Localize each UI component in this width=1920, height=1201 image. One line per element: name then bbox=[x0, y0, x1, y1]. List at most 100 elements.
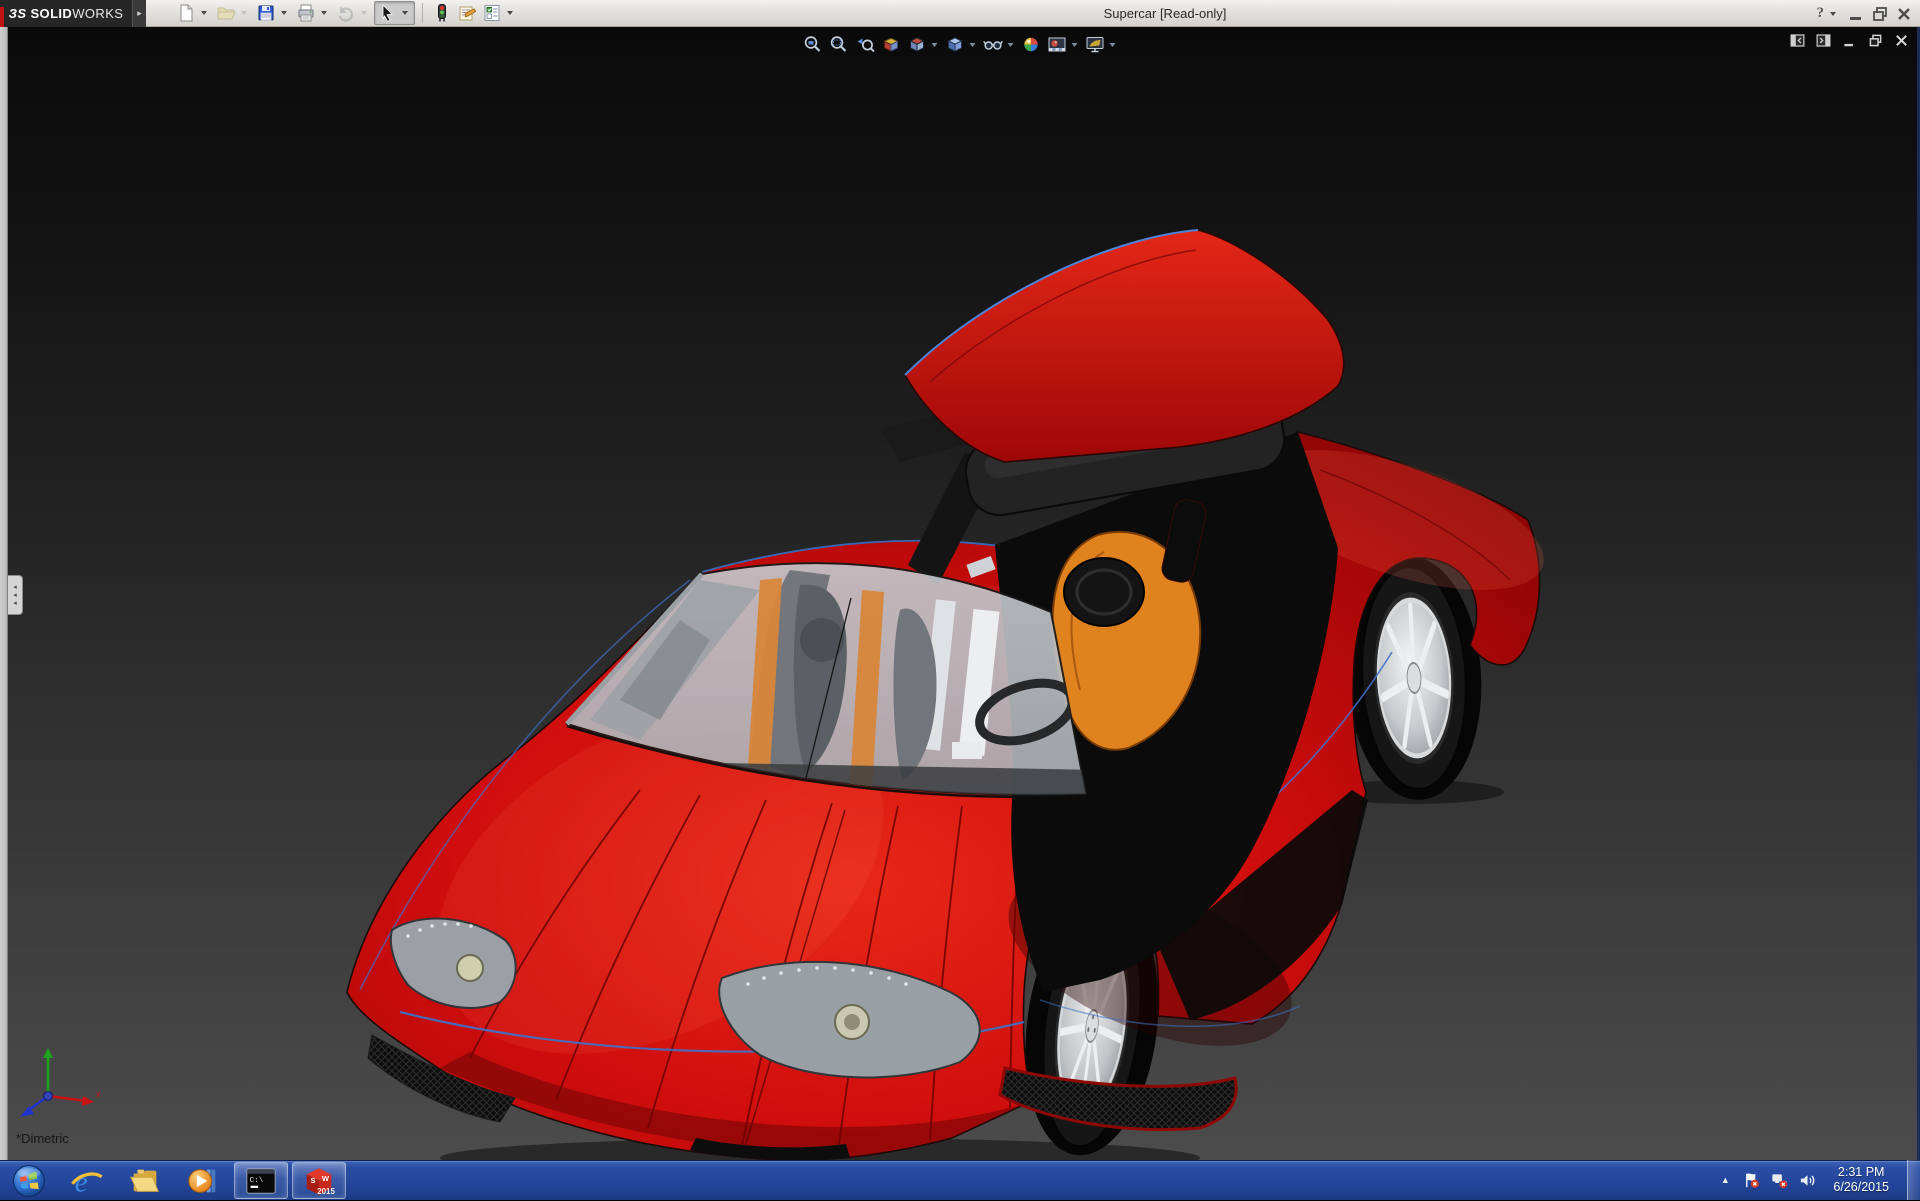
solidworks-logo: ЗSSOLIDWORKS bbox=[0, 0, 132, 27]
apply-scene-dropdown[interactable] bbox=[1072, 43, 1078, 47]
taskbar-clock[interactable]: 2:31 PM 6/26/2015 bbox=[1833, 1165, 1889, 1195]
undo-dropdown[interactable] bbox=[361, 11, 367, 15]
close-document-button[interactable] bbox=[1893, 32, 1910, 49]
svg-text:W: W bbox=[322, 1174, 330, 1183]
media-player-taskbar-button[interactable] bbox=[174, 1161, 232, 1201]
network-status-tray-icon[interactable] bbox=[1770, 1171, 1789, 1190]
clock-date: 6/26/2015 bbox=[1833, 1180, 1889, 1195]
cmd-icon: C:\ bbox=[244, 1164, 278, 1198]
taskbar-buttons: e C:\ SW 2015 bbox=[0, 1161, 348, 1200]
restore-icon bbox=[1867, 32, 1884, 49]
logo-red-strip bbox=[0, 7, 4, 27]
windows-taskbar: e C:\ SW 2015 ▲ 2:31 PM 6/26/2015 bbox=[0, 1160, 1920, 1200]
glasses-icon bbox=[983, 34, 1004, 55]
appearance-ball-icon bbox=[1021, 34, 1042, 55]
view-orientation-dropdown[interactable] bbox=[932, 43, 938, 47]
supercar-model[interactable] bbox=[0, 27, 1920, 1160]
feature-panel-strip bbox=[0, 27, 8, 1160]
start-taskbar-button[interactable] bbox=[0, 1161, 58, 1201]
action-center-tray-icon[interactable] bbox=[1742, 1171, 1761, 1190]
open-folder-icon bbox=[216, 3, 236, 23]
hide-show-items-dropdown[interactable] bbox=[1008, 43, 1014, 47]
section-view-icon bbox=[881, 34, 902, 55]
ie-icon: e bbox=[70, 1164, 104, 1198]
hidden-icons-button[interactable]: ▲ bbox=[1718, 1175, 1732, 1185]
document-title: Supercar [Read-only] bbox=[500, 6, 1830, 21]
hide-show-items-button[interactable] bbox=[982, 33, 1017, 56]
display-style-icon bbox=[945, 34, 966, 55]
minimize-app-button[interactable] bbox=[1846, 4, 1866, 24]
pane-right-icon bbox=[1815, 32, 1832, 49]
expand-panel-tab[interactable]: ◂ ◂ ◂ bbox=[8, 575, 23, 615]
select-button[interactable] bbox=[374, 1, 415, 25]
apply-scene-button[interactable] bbox=[1046, 33, 1081, 56]
section-view-button[interactable] bbox=[880, 33, 903, 56]
view-settings-button[interactable] bbox=[1084, 33, 1119, 56]
help-button[interactable]: ? bbox=[1817, 5, 1825, 22]
titlebar: ЗSSOLIDWORKS ▸ Supercar [Read-only] ? bbox=[0, 0, 1920, 27]
save-button[interactable] bbox=[254, 1, 293, 25]
internet-explorer-taskbar-button[interactable]: e bbox=[58, 1161, 116, 1201]
reference-triad: x bbox=[12, 1040, 112, 1120]
select-cursor-icon bbox=[377, 3, 397, 23]
main-toolbar bbox=[174, 1, 519, 25]
file-explorer-taskbar-button[interactable] bbox=[116, 1161, 174, 1201]
print-icon bbox=[296, 3, 316, 23]
tray-icons bbox=[1742, 1171, 1817, 1190]
volume-tray-icon[interactable] bbox=[1798, 1171, 1817, 1190]
graphics-area[interactable]: ◂ ◂ ◂ x *Dimetric bbox=[0, 27, 1920, 1160]
logo-text: ЗSSOLIDWORKS bbox=[9, 6, 124, 21]
display-style-button[interactable] bbox=[944, 33, 979, 56]
view-orientation-icon bbox=[907, 34, 928, 55]
collapse-pane-right-button[interactable] bbox=[1815, 32, 1832, 49]
zoom-to-fit-button[interactable] bbox=[802, 33, 825, 56]
comment-button[interactable] bbox=[455, 1, 479, 25]
zoom-to-area-button[interactable] bbox=[828, 33, 851, 56]
restore-document-button[interactable] bbox=[1867, 32, 1884, 49]
print-dropdown[interactable] bbox=[321, 11, 327, 15]
new-document-button[interactable] bbox=[174, 1, 213, 25]
menu-expand-arrow[interactable]: ▸ bbox=[132, 0, 146, 27]
view-settings-icon bbox=[1085, 34, 1106, 55]
save-icon bbox=[256, 3, 276, 23]
save-dropdown[interactable] bbox=[281, 11, 287, 15]
command-prompt-taskbar-button[interactable]: C:\ bbox=[234, 1162, 288, 1199]
new-document-icon bbox=[176, 3, 196, 23]
pane-left-icon bbox=[1789, 32, 1806, 49]
view-settings-dropdown[interactable] bbox=[1110, 43, 1116, 47]
stoplight-button[interactable] bbox=[430, 1, 454, 25]
minimize-icon bbox=[1841, 32, 1858, 49]
open-dropdown[interactable] bbox=[241, 11, 247, 15]
svg-text:x: x bbox=[96, 1089, 101, 1099]
minimize-document-button[interactable] bbox=[1841, 32, 1858, 49]
help-dropdown[interactable] bbox=[1830, 12, 1836, 16]
view-orientation-button[interactable] bbox=[906, 33, 941, 56]
select-dropdown[interactable] bbox=[402, 11, 408, 15]
clock-time: 2:31 PM bbox=[1833, 1165, 1889, 1180]
comment-note-icon bbox=[457, 3, 477, 23]
zoom-fit-icon bbox=[803, 34, 824, 55]
toolbar-separator bbox=[422, 3, 423, 23]
explorer-icon bbox=[128, 1164, 162, 1198]
svg-text:2015: 2015 bbox=[317, 1187, 335, 1196]
undo-button bbox=[334, 1, 373, 25]
titlebar-controls: ? bbox=[1817, 0, 1915, 27]
show-desktop-button[interactable] bbox=[1907, 1160, 1920, 1200]
headsup-view-toolbar bbox=[796, 31, 1125, 58]
collapse-pane-left-button[interactable] bbox=[1789, 32, 1806, 49]
close-app-button[interactable] bbox=[1894, 4, 1914, 24]
print-button[interactable] bbox=[294, 1, 333, 25]
svg-text:C:\: C:\ bbox=[250, 1176, 264, 1184]
restore-app-button[interactable] bbox=[1870, 4, 1890, 24]
system-tray: ▲ 2:31 PM 6/26/2015 bbox=[1718, 1160, 1920, 1200]
display-style-dropdown[interactable] bbox=[970, 43, 976, 47]
svg-text:S: S bbox=[311, 1175, 316, 1184]
previous-view-button[interactable] bbox=[854, 33, 877, 56]
new-document-dropdown[interactable] bbox=[201, 11, 207, 15]
close-icon bbox=[1893, 32, 1910, 49]
document-window-controls bbox=[1789, 32, 1910, 49]
solidworks-2015-taskbar-button[interactable]: SW 2015 bbox=[292, 1162, 346, 1199]
checklist-icon bbox=[482, 3, 502, 23]
logo-mark: ЗS bbox=[9, 6, 27, 21]
edit-appearance-button[interactable] bbox=[1020, 33, 1043, 56]
